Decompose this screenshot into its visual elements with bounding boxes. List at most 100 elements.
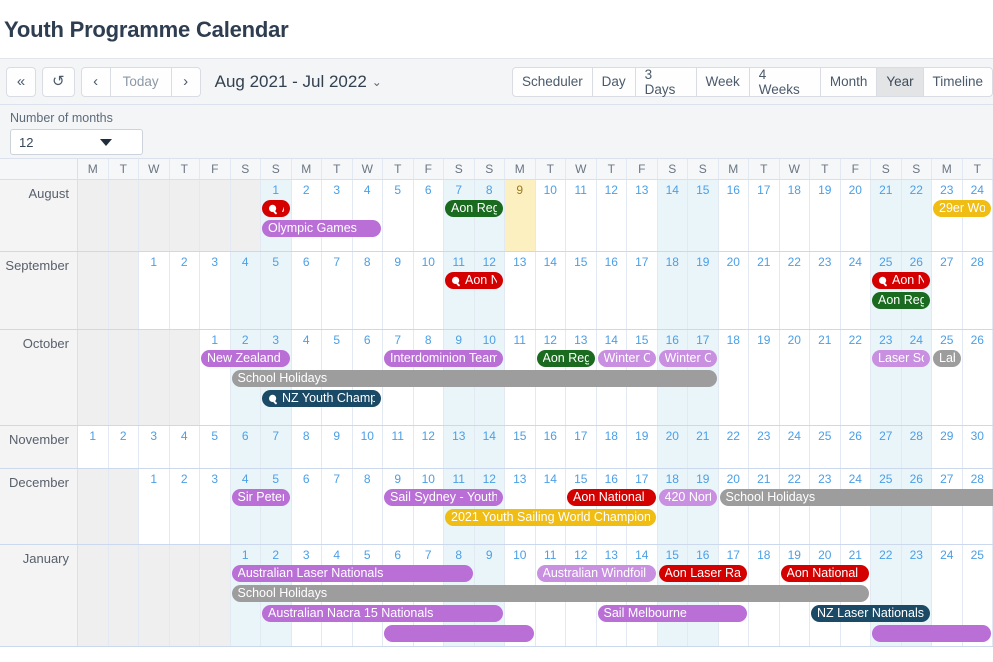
day-cell[interactable]: 23 xyxy=(810,469,841,544)
day-cell[interactable]: 18 xyxy=(718,330,749,425)
day-cell[interactable]: 18 xyxy=(596,426,627,468)
day-cell[interactable]: 28 xyxy=(962,469,993,544)
day-cell[interactable]: 26 xyxy=(840,426,871,468)
day-cell[interactable]: 24 xyxy=(901,330,932,425)
day-cell[interactable]: 26 xyxy=(901,469,932,544)
day-cell[interactable]: 2 xyxy=(291,180,322,251)
previous-period-button[interactable]: ‹ xyxy=(80,66,111,97)
day-cell[interactable]: 26 xyxy=(901,252,932,329)
day-cell[interactable]: 7 xyxy=(322,252,353,329)
day-cell[interactable]: 16 xyxy=(535,426,566,468)
day-cell[interactable]: 22 xyxy=(718,426,749,468)
day-cell[interactable]: 19 xyxy=(688,469,719,544)
day-cell[interactable]: 11 xyxy=(383,426,414,468)
day-cell[interactable]: 2 xyxy=(169,252,200,329)
calendar-event-chip[interactable]: Sail Sydney - Youth xyxy=(384,489,503,506)
calendar-event-chip[interactable]: School Holidays xyxy=(231,370,717,387)
calendar-event-chip[interactable]: School Holidays xyxy=(231,585,869,602)
day-cell[interactable]: 4 xyxy=(352,180,383,251)
day-cell[interactable]: 28 xyxy=(962,252,993,329)
day-cell[interactable]: 3 xyxy=(200,469,231,544)
day-cell[interactable]: 20 xyxy=(840,180,871,251)
calendar-event-chip[interactable]: Aon Reg xyxy=(536,350,595,367)
day-cell[interactable]: 2 xyxy=(169,469,200,544)
day-cell[interactable]: 21 xyxy=(688,426,719,468)
day-cell[interactable]: 8 xyxy=(352,252,383,329)
day-cell[interactable]: 19 xyxy=(688,252,719,329)
day-cell[interactable]: 4 xyxy=(230,469,261,544)
day-cell[interactable]: 6 xyxy=(230,426,261,468)
day-cell[interactable]: 23 xyxy=(871,330,902,425)
day-cell[interactable]: 14 xyxy=(474,426,505,468)
day-cell[interactable]: 16 xyxy=(718,180,749,251)
day-cell[interactable]: 15 xyxy=(566,252,597,329)
day-cell[interactable]: 14 xyxy=(535,252,566,329)
day-cell[interactable]: 8 xyxy=(291,426,322,468)
calendar-event-chip[interactable]: Laser So xyxy=(872,350,930,367)
day-cell[interactable]: 5 xyxy=(200,426,231,468)
day-cell[interactable]: 1 xyxy=(139,252,170,329)
day-cell[interactable]: 13 xyxy=(505,469,536,544)
day-cell[interactable]: 11 xyxy=(444,252,475,329)
day-cell[interactable]: 9 xyxy=(383,252,414,329)
day-cell[interactable]: 18 xyxy=(657,252,688,329)
calendar-event-chip[interactable]: Aon N xyxy=(445,272,503,289)
day-cell[interactable]: 10 xyxy=(413,469,444,544)
day-cell[interactable]: 19 xyxy=(810,180,841,251)
day-cell[interactable]: 2 xyxy=(108,426,139,468)
day-cell[interactable]: 5 xyxy=(261,252,292,329)
date-range-selector[interactable]: Aug 2021 - Jul 2022 ⌄ xyxy=(215,72,382,92)
day-cell[interactable]: 23 xyxy=(810,252,841,329)
day-cell[interactable]: 22 xyxy=(779,252,810,329)
day-cell[interactable]: 20 xyxy=(718,252,749,329)
day-cell[interactable]: 27 xyxy=(932,252,963,329)
calendar-event-chip[interactable]: NZ Youth Champ xyxy=(262,390,381,407)
calendar-event-chip[interactable]: New Zealand xyxy=(201,350,290,367)
view-button-4-weeks[interactable]: 4 Weeks xyxy=(748,66,821,97)
day-cell[interactable]: 14 xyxy=(657,180,688,251)
day-cell[interactable]: 21 xyxy=(749,469,780,544)
day-cell[interactable]: 20 xyxy=(779,330,810,425)
day-cell[interactable]: 3 xyxy=(322,180,353,251)
day-cell[interactable]: 25 xyxy=(871,469,902,544)
day-cell[interactable]: 24 xyxy=(840,252,871,329)
calendar-event-chip[interactable]: Sail Melbourne xyxy=(597,605,747,622)
day-cell[interactable]: 13 xyxy=(627,180,658,251)
day-cell[interactable]: 12 xyxy=(596,180,627,251)
day-cell[interactable]: 10 xyxy=(352,426,383,468)
day-cell[interactable]: 21 xyxy=(810,330,841,425)
day-cell[interactable]: 18 xyxy=(779,180,810,251)
day-cell[interactable]: 1 xyxy=(139,469,170,544)
day-cell[interactable]: 22 xyxy=(779,469,810,544)
calendar-event-chip[interactable]: Australian Windfoil xyxy=(536,565,656,582)
day-cell[interactable]: 9 xyxy=(505,180,536,251)
calendar-event-chip[interactable]: Interdominion Team xyxy=(384,350,503,367)
calendar-event-chip[interactable]: Winter C xyxy=(658,350,717,367)
day-cell[interactable]: 9 xyxy=(322,426,353,468)
jump-back-button[interactable]: « xyxy=(6,66,36,97)
day-cell[interactable]: 6 xyxy=(291,252,322,329)
view-button-day[interactable]: Day xyxy=(591,66,636,97)
day-cell[interactable]: 11 xyxy=(444,469,475,544)
view-button-month[interactable]: Month xyxy=(819,66,878,97)
day-cell[interactable]: 15 xyxy=(566,469,597,544)
day-cell[interactable]: 21 xyxy=(871,180,902,251)
view-button-year[interactable]: Year xyxy=(876,66,924,97)
day-cell[interactable]: 22 xyxy=(901,180,932,251)
calendar-event-chip[interactable]: NZ Laser Nationals xyxy=(811,605,930,622)
day-cell[interactable]: 5 xyxy=(261,469,292,544)
day-cell[interactable]: 1 xyxy=(200,330,231,425)
day-cell[interactable]: 9 xyxy=(383,469,414,544)
day-cell[interactable]: 14 xyxy=(535,469,566,544)
day-cell[interactable]: 6 xyxy=(291,469,322,544)
day-cell[interactable]: 15 xyxy=(688,180,719,251)
calendar-event-chip[interactable] xyxy=(384,625,534,642)
day-cell[interactable]: 25 xyxy=(932,330,963,425)
day-cell[interactable]: 15 xyxy=(505,426,536,468)
day-cell[interactable]: 25 xyxy=(810,426,841,468)
day-cell[interactable]: 17 xyxy=(627,252,658,329)
calendar-event-chip[interactable]: Australian Nacra 15 Nationals xyxy=(262,605,503,622)
day-cell[interactable]: 25 xyxy=(871,252,902,329)
calendar-event-chip[interactable]: Aon N xyxy=(872,272,930,289)
day-cell[interactable]: 7 xyxy=(322,469,353,544)
